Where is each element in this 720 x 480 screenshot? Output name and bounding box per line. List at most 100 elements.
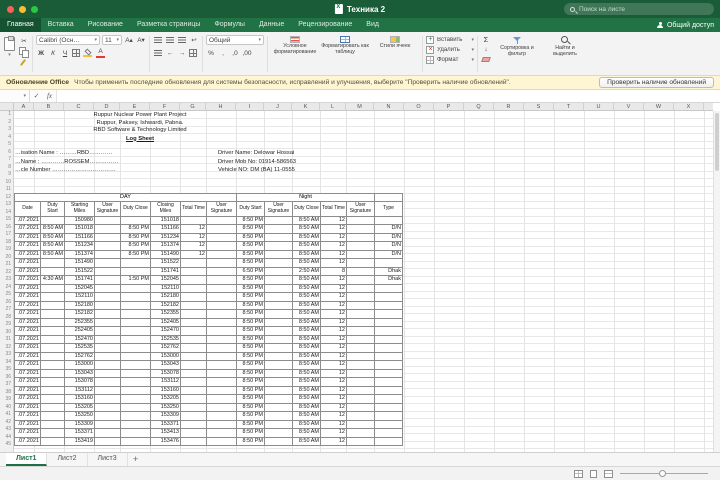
align-middle-button[interactable] bbox=[165, 35, 175, 45]
cell[interactable] bbox=[346, 317, 375, 327]
row-header-25[interactable]: 25 bbox=[0, 291, 13, 299]
align-top-button[interactable] bbox=[153, 35, 163, 45]
cell[interactable]: .07.2021 bbox=[14, 317, 41, 327]
cell[interactable]: 152110 bbox=[150, 283, 181, 293]
cell[interactable]: 153476 bbox=[150, 436, 181, 446]
row-header-32[interactable]: 32 bbox=[0, 344, 13, 352]
cell[interactable] bbox=[206, 436, 237, 446]
cell[interactable] bbox=[264, 334, 293, 344]
row-header-31[interactable]: 31 bbox=[0, 336, 13, 344]
cell[interactable]: 8:50 AM bbox=[292, 360, 321, 370]
cell[interactable] bbox=[120, 309, 151, 319]
row-header-14[interactable]: 14 bbox=[0, 209, 13, 217]
cell[interactable] bbox=[346, 428, 375, 438]
row-header-11[interactable]: 11 bbox=[0, 186, 13, 194]
cell[interactable]: .07.2021 bbox=[14, 258, 41, 268]
cell[interactable]: 152045 bbox=[150, 275, 181, 285]
cell[interactable] bbox=[346, 343, 375, 353]
cell[interactable] bbox=[346, 368, 375, 378]
row-header-42[interactable]: 42 bbox=[0, 419, 13, 427]
cell[interactable]: 8:50 AM bbox=[40, 232, 65, 242]
cell[interactable]: 153371 bbox=[64, 428, 95, 438]
cell[interactable] bbox=[206, 360, 237, 370]
cell[interactable] bbox=[120, 266, 151, 276]
cell[interactable]: 8:50 PM bbox=[120, 224, 151, 234]
cell[interactable] bbox=[374, 385, 403, 395]
row-header-23[interactable]: 23 bbox=[0, 276, 13, 284]
column-header-S[interactable]: S bbox=[524, 103, 554, 111]
column-header-A[interactable]: A bbox=[14, 103, 34, 111]
cell[interactable]: 8:50 PM bbox=[236, 283, 265, 293]
column-header-V[interactable]: V bbox=[614, 103, 644, 111]
cell[interactable]: 151374 bbox=[64, 249, 95, 259]
cell[interactable]: 8:50 AM bbox=[292, 436, 321, 446]
cell[interactable] bbox=[374, 300, 403, 310]
cell[interactable]: .07.2021 bbox=[14, 300, 41, 310]
cell[interactable] bbox=[180, 419, 207, 429]
table-column-header[interactable]: Duty Start bbox=[236, 200, 265, 217]
borders-button[interactable] bbox=[72, 49, 80, 57]
align-left-button[interactable] bbox=[153, 48, 163, 58]
table-column-header[interactable]: Closing Miles bbox=[150, 200, 181, 217]
cell[interactable] bbox=[120, 300, 151, 310]
cell[interactable] bbox=[94, 385, 121, 395]
cell[interactable] bbox=[94, 377, 121, 387]
cell[interactable]: 252355 bbox=[64, 317, 95, 327]
cell[interactable] bbox=[40, 351, 65, 361]
cell[interactable] bbox=[206, 275, 237, 285]
ribbon-tab-home[interactable]: Главная bbox=[0, 18, 41, 32]
column-header-U[interactable]: U bbox=[584, 103, 614, 111]
insert-function-button[interactable]: fx bbox=[43, 90, 56, 102]
cell[interactable]: 8:50 AM bbox=[292, 215, 321, 225]
cell[interactable] bbox=[206, 419, 237, 429]
cell[interactable] bbox=[346, 377, 375, 387]
cell[interactable] bbox=[206, 232, 237, 242]
cell[interactable]: .07.2021 bbox=[14, 224, 41, 234]
copy-button[interactable] bbox=[19, 47, 29, 58]
cell[interactable]: 12 bbox=[320, 428, 347, 438]
cell[interactable] bbox=[40, 428, 65, 438]
cell[interactable]: 8:50 AM bbox=[292, 241, 321, 251]
cell[interactable] bbox=[40, 419, 65, 429]
cell[interactable]: 8:50 PM bbox=[236, 224, 265, 234]
cell[interactable] bbox=[264, 402, 293, 412]
cell[interactable] bbox=[120, 411, 151, 421]
table-column-header[interactable]: Duty Close bbox=[292, 200, 321, 217]
cell[interactable]: 8:50 AM bbox=[292, 411, 321, 421]
cell[interactable] bbox=[180, 300, 207, 310]
normal-view-button[interactable] bbox=[574, 469, 583, 478]
cell[interactable] bbox=[264, 309, 293, 319]
cell[interactable] bbox=[346, 300, 375, 310]
cell[interactable] bbox=[264, 266, 293, 276]
cell[interactable]: 8:50 AM bbox=[292, 292, 321, 302]
cell[interactable] bbox=[180, 411, 207, 421]
cell[interactable]: 8:50 PM bbox=[120, 241, 151, 251]
cell[interactable]: .07.2021 bbox=[14, 343, 41, 353]
cell[interactable]: 153112 bbox=[64, 385, 95, 395]
cell[interactable]: 153078 bbox=[150, 368, 181, 378]
select-all-corner[interactable] bbox=[0, 103, 14, 111]
cell[interactable] bbox=[206, 317, 237, 327]
page-layout-view-button[interactable] bbox=[590, 469, 597, 478]
cell[interactable]: 8:50 AM bbox=[292, 368, 321, 378]
row-header-18[interactable]: 18 bbox=[0, 239, 13, 247]
cell[interactable]: .07.2021 bbox=[14, 428, 41, 438]
cell[interactable] bbox=[206, 215, 237, 225]
cell[interactable] bbox=[374, 419, 403, 429]
cell[interactable]: 12 bbox=[180, 249, 207, 259]
cell[interactable] bbox=[374, 411, 403, 421]
cell[interactable] bbox=[180, 215, 207, 225]
cell[interactable]: 152762 bbox=[64, 351, 95, 361]
cell[interactable]: 8:50 AM bbox=[292, 394, 321, 404]
cell[interactable]: 12 bbox=[320, 275, 347, 285]
format-cells-button[interactable]: Формат ▾ bbox=[426, 55, 474, 65]
cell[interactable]: D/N bbox=[374, 232, 403, 242]
cell[interactable]: 8:50 AM bbox=[40, 241, 65, 251]
column-header-R[interactable]: R bbox=[494, 103, 524, 111]
cell[interactable]: .07.2021 bbox=[14, 215, 41, 225]
cell[interactable] bbox=[346, 436, 375, 446]
sheet-tab-list3[interactable]: Лист3 bbox=[88, 453, 128, 466]
clear-button[interactable] bbox=[481, 55, 491, 64]
cell[interactable] bbox=[264, 224, 293, 234]
cell[interactable] bbox=[346, 334, 375, 344]
